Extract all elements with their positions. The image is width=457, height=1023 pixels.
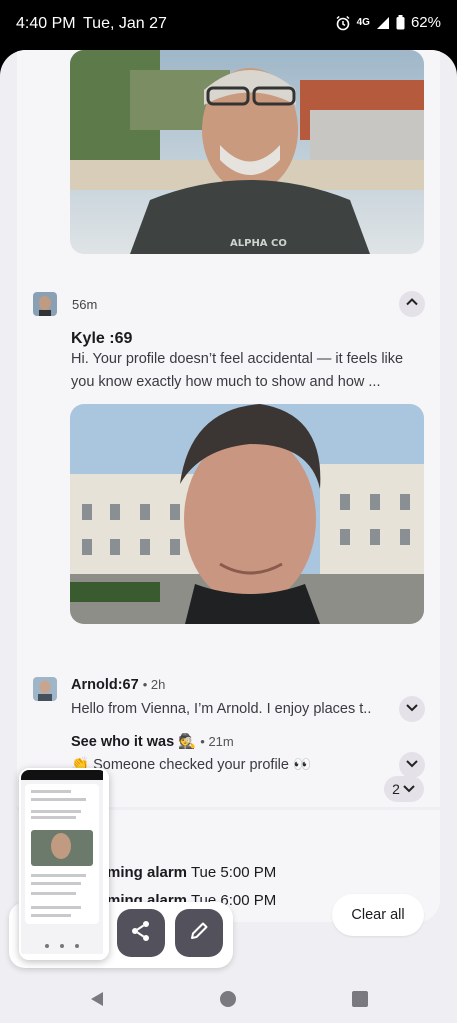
collapse-button[interactable] <box>399 291 425 317</box>
edit-button[interactable] <box>175 909 223 957</box>
lte-icon: 4G <box>356 17 370 28</box>
notification-time: 56m <box>72 297 98 312</box>
back-icon[interactable] <box>88 990 106 1013</box>
screenshot-thumbnail[interactable] <box>19 768 109 960</box>
notification-body: 👏 Someone checked your profile 👀 <box>71 757 312 773</box>
chevron-up-icon <box>405 295 419 314</box>
battery-percent: 62% <box>410 14 441 31</box>
status-bar: 4:40 PM Tue, Jan 27 4G 62% <box>0 0 457 50</box>
alarm-label: ming alarm <box>107 864 188 881</box>
recents-icon[interactable] <box>352 991 368 1012</box>
pencil-icon <box>188 920 210 947</box>
notification-kyle[interactable]: 56m Kyle :69 Hi. Your profile doesn’t fe… <box>17 282 440 667</box>
status-icons: 4G 62% <box>335 14 441 31</box>
expand-count-button[interactable]: 2 <box>384 776 424 802</box>
chevron-down-icon <box>405 756 419 775</box>
expand-button[interactable] <box>399 696 425 722</box>
chevron-down-icon <box>405 700 419 719</box>
battery-icon <box>396 15 405 30</box>
status-time: 4:40 PM <box>16 15 76 32</box>
home-icon[interactable] <box>219 990 237 1013</box>
notification-body: Hi. Your profile doesn’t feel accidental… <box>71 351 404 390</box>
clear-all-button[interactable]: Clear all <box>332 894 424 936</box>
share-button[interactable] <box>117 909 165 957</box>
notification-time: 2h <box>150 677 166 692</box>
notification-title: See who it was 🕵 <box>71 734 197 750</box>
expand-button[interactable] <box>399 752 425 778</box>
notification-card-previous[interactable]: ALPHA CO <box>17 50 440 282</box>
signal-icon <box>376 16 390 30</box>
notification-photo-1: ALPHA CO <box>70 50 424 254</box>
avatar <box>33 677 57 701</box>
share-icon <box>129 919 153 948</box>
notification-header-arnold: Arnold:67 • 2h <box>71 677 166 693</box>
alarm-row: ming alarm Tue 5:00 PM <box>107 864 276 881</box>
notification-count: 2 <box>392 781 400 797</box>
navigation-bar <box>0 975 457 1023</box>
svg-text:ALPHA CO: ALPHA CO <box>230 238 287 249</box>
alarm-time: Tue 5:00 PM <box>190 864 277 881</box>
notification-body: Hello from Vienna, I’m Arnold. I enjoy p… <box>71 701 372 717</box>
notification-photo-2 <box>70 404 424 624</box>
notification-time: 21m <box>208 734 234 749</box>
avatar <box>33 292 57 316</box>
notification-header-see-who: See who it was 🕵 • 21m <box>71 734 234 750</box>
chevron-down-icon <box>402 781 416 798</box>
status-date: Tue, Jan 27 <box>83 15 167 32</box>
notification-shade: ALPHA CO 56m Kyle :69 Hi. Your profile d… <box>0 50 457 1023</box>
notification-title: Arnold:67 <box>71 677 139 693</box>
notification-title: Kyle :69 <box>71 330 133 347</box>
alarm-icon <box>335 15 351 31</box>
